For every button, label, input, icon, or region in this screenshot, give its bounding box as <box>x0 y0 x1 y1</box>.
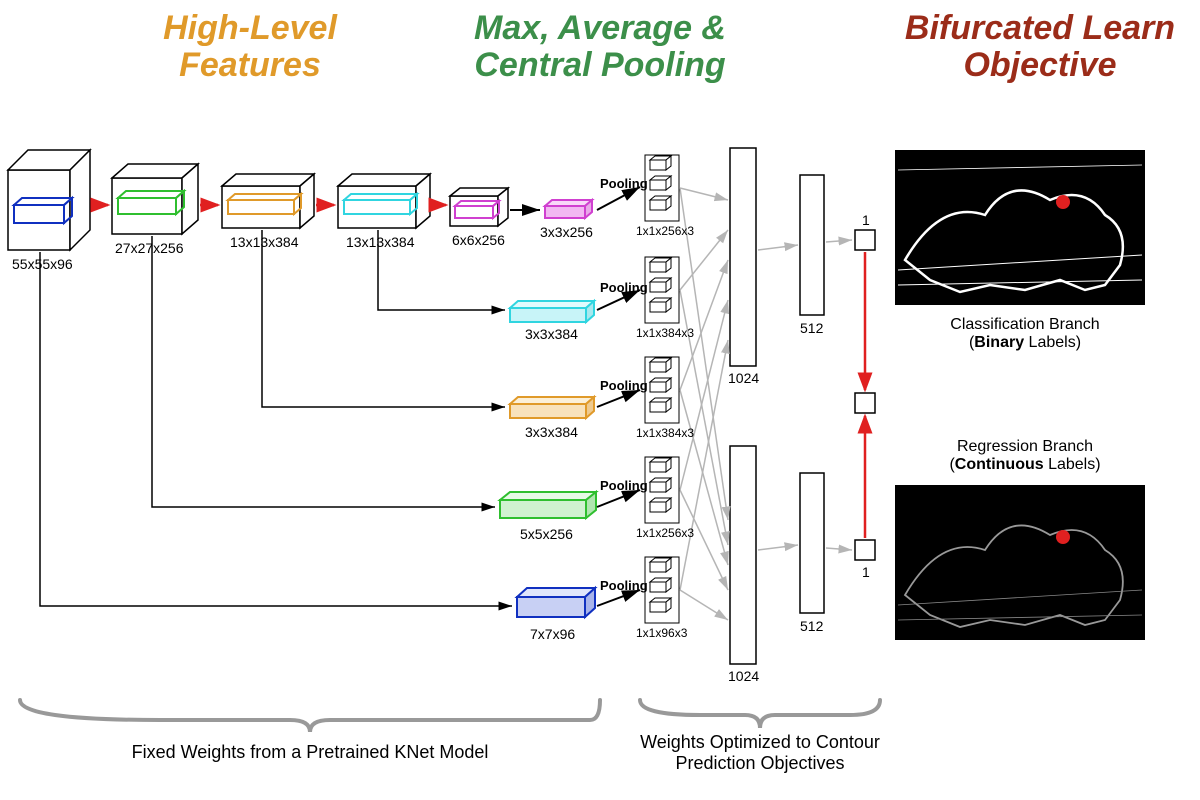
footer-right: Weights Optimized to ContourPrediction O… <box>620 732 900 774</box>
pool-word-4: Pooling <box>600 280 648 295</box>
lbl-conv5: 6x6x256 <box>452 232 505 248</box>
cls-caption-text: Classification Branch(Binary Labels) <box>950 316 1099 351</box>
pool-word-1: Pooling <box>600 578 648 593</box>
fc-top-512 <box>800 175 824 315</box>
lbl-fc1024-top: 1024 <box>728 370 759 386</box>
pool-box-2 <box>645 457 679 523</box>
conv-layer-3 <box>222 174 314 228</box>
fc-bot-1024 <box>730 446 756 664</box>
pool-word-3: Pooling <box>600 378 648 393</box>
header-left: High-LevelFeatures <box>100 10 400 85</box>
lbl-crop4: 3x3x384 <box>525 326 578 342</box>
hdr-left-l1: High-LevelFeatures <box>163 9 337 84</box>
lbl-pool5: 1x1x256x3 <box>636 224 694 238</box>
footer-left: Fixed Weights from a Pretrained KNet Mod… <box>80 742 540 763</box>
lbl-conv1: 55x55x96 <box>12 256 73 272</box>
brace-left <box>20 700 600 732</box>
fc-top-1 <box>855 230 875 250</box>
crop-layer-2 <box>500 492 596 518</box>
shared-output <box>855 393 875 413</box>
lbl-fc512-bot: 512 <box>800 618 823 634</box>
lbl-fc1-top: 1 <box>862 212 870 228</box>
pool-box-4 <box>645 257 679 323</box>
reg-caption-text: Regression Branch(Continuous Labels) <box>949 438 1100 473</box>
crop-layer-3 <box>510 397 594 418</box>
brace-right <box>640 700 880 728</box>
lbl-crop1: 7x7x96 <box>530 626 575 642</box>
conv-layer-4 <box>338 174 430 228</box>
lbl-crop3: 3x3x384 <box>525 424 578 440</box>
lbl-conv3: 13x13x384 <box>230 234 299 250</box>
crop-layer-5 <box>545 200 592 218</box>
reg-caption: Regression Branch(Continuous Labels) <box>920 438 1130 474</box>
lbl-pool1: 1x1x96x3 <box>636 626 687 640</box>
hdr-mid-l1: Max, Average &Central Pooling <box>474 9 726 84</box>
lbl-fc512-top: 512 <box>800 320 823 336</box>
lbl-conv2: 27x27x256 <box>115 240 184 256</box>
lbl-fc1-bot: 1 <box>862 564 870 580</box>
lbl-pool4: 1x1x384x3 <box>636 326 694 340</box>
pool-word-5: Pooling <box>600 176 648 191</box>
crop-layer-1 <box>517 588 595 617</box>
conv-layer-5 <box>450 188 508 226</box>
conv-layer-1 <box>8 150 90 250</box>
header-right: Bifurcated LearnObjective <box>870 10 1200 85</box>
path-l1-crop <box>40 252 512 606</box>
fc-bot-1 <box>855 540 875 560</box>
pool-box-1 <box>645 557 679 623</box>
cls-output-image <box>895 150 1145 305</box>
path-l2-crop <box>152 236 495 507</box>
gray-fanout <box>680 188 852 620</box>
lbl-conv4: 13x13x384 <box>346 234 415 250</box>
lbl-crop5: 3x3x256 <box>540 224 593 240</box>
conv-layer-2 <box>112 164 198 234</box>
pool-box-5 <box>645 155 679 221</box>
pool-box-3 <box>645 357 679 423</box>
crop-layer-4 <box>510 301 594 322</box>
header-mid: Max, Average &Central Pooling <box>420 10 780 85</box>
cls-caption: Classification Branch(Binary Labels) <box>920 316 1130 352</box>
reg-output-image <box>895 485 1145 640</box>
lbl-pool2: 1x1x256x3 <box>636 526 694 540</box>
lbl-crop2: 5x5x256 <box>520 526 573 542</box>
lbl-fc1024-bot: 1024 <box>728 668 759 684</box>
diagram-svg <box>0 0 1200 800</box>
hdr-right-l1: Bifurcated LearnObjective <box>905 9 1175 84</box>
lbl-pool3: 1x1x384x3 <box>636 426 694 440</box>
pool-word-2: Pooling <box>600 478 648 493</box>
path-l3-crop <box>262 230 505 407</box>
fc-bot-512 <box>800 473 824 613</box>
fc-top-1024 <box>730 148 756 366</box>
